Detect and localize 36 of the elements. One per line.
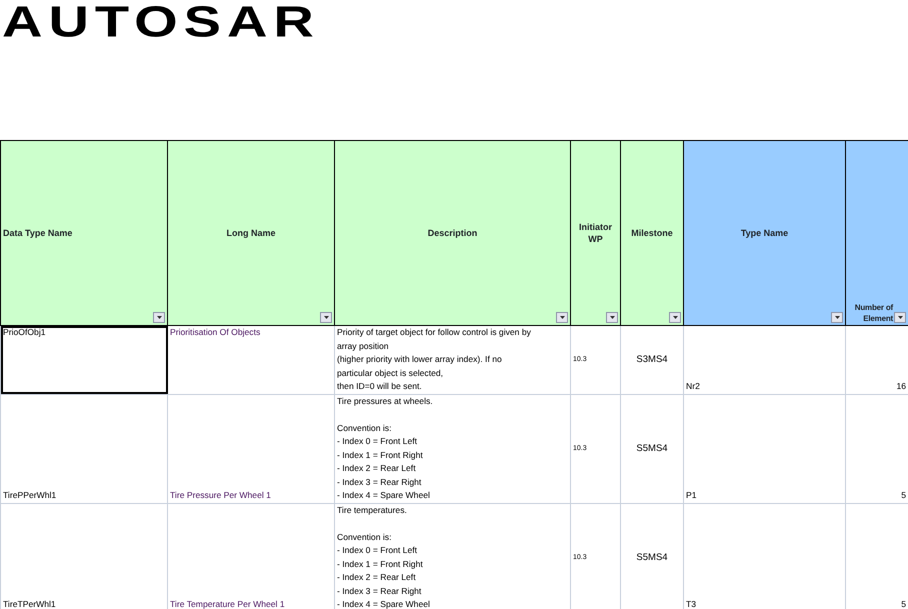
caret-icon bbox=[324, 316, 328, 319]
filter-dropdown-button[interactable] bbox=[831, 312, 843, 323]
caret-icon bbox=[560, 316, 564, 319]
filter-dropdown-button[interactable] bbox=[894, 312, 906, 323]
table-cell: Tire Temperature Per Wheel 1 bbox=[168, 503, 334, 609]
table-cell: P1 bbox=[684, 394, 846, 503]
table-cell: Prioritisation Of Objects bbox=[168, 326, 334, 394]
logo-wordmark: AUTOSAR bbox=[2, 0, 320, 44]
column-header-label: Number of Element bbox=[854, 302, 893, 324]
table-cell: Nr2 bbox=[684, 326, 846, 394]
table-cell: T3 bbox=[684, 503, 846, 609]
caret-icon bbox=[898, 316, 902, 319]
column-header-label: Description bbox=[428, 227, 478, 239]
column-header-label: Long Name bbox=[226, 227, 276, 239]
column-header-label: Initiator WP bbox=[578, 221, 613, 245]
table-cell: Tire temperatures. Convention is: - Index 0 = Front Left - Index 1 = Front Right - Index 2 = Rear Left - Index 3 = Rear Right - Index 4 = Spare Wheel bbox=[334, 503, 570, 609]
column-header-label: Data Type Name bbox=[3, 227, 72, 239]
filter-dropdown-button[interactable] bbox=[320, 312, 332, 323]
filter-dropdown-button[interactable] bbox=[556, 312, 568, 323]
caret-icon bbox=[834, 316, 840, 319]
table-cell: Tire pressures at wheels. Convention is: - Index 0 = Front Left - Index 1 = Front Right - Index 2 = Rear Left - Index 3 = Rear Right - Index 4 = Spare Wheel bbox=[334, 394, 570, 503]
column-header-label: Milestone bbox=[631, 227, 673, 239]
table-cell: S5MS4 bbox=[620, 394, 684, 503]
table-cell: TirePPerWhl1 bbox=[0, 394, 168, 503]
caret-icon bbox=[672, 316, 678, 319]
table-cell: Tire Pressure Per Wheel 1 bbox=[168, 394, 334, 503]
caret-icon bbox=[610, 316, 614, 319]
table-cell: Priority of target object for follow control is given by array position (higher priority with lower array index). If no particular object is selected, then ID=0 will be sent. bbox=[334, 326, 570, 394]
table-cell: PrioOfObj1 bbox=[0, 326, 168, 394]
table-cell: S3MS4 bbox=[620, 326, 684, 394]
filter-dropdown-button[interactable] bbox=[153, 312, 165, 323]
caret-icon bbox=[156, 316, 162, 319]
column-header-label: Type Name bbox=[740, 227, 788, 239]
filter-dropdown-button[interactable] bbox=[669, 312, 681, 323]
table-cell: TireTPerWhl1 bbox=[0, 503, 168, 609]
filter-dropdown-button[interactable] bbox=[606, 312, 618, 323]
